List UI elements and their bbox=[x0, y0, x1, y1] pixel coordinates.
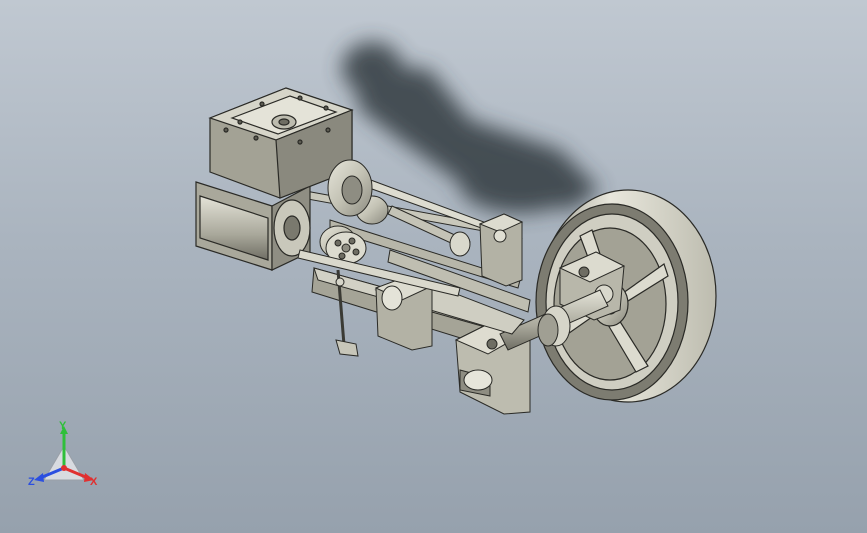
steam-engine-model[interactable] bbox=[0, 0, 867, 533]
triad-axes bbox=[34, 426, 94, 482]
cylinder-front-cover[interactable] bbox=[327, 159, 373, 217]
guide-bearing-stand[interactable] bbox=[478, 213, 524, 287]
view-orientation-triad[interactable]: Y X Z bbox=[22, 418, 112, 498]
cad-graphics-viewport[interactable]: Y X Z bbox=[0, 0, 867, 533]
steam-cylinder[interactable] bbox=[195, 181, 311, 271]
y-axis-label: Y bbox=[59, 420, 67, 432]
x-axis-label: X bbox=[90, 476, 98, 488]
z-axis-label: Z bbox=[28, 476, 35, 488]
z-axis-arrow bbox=[34, 473, 44, 482]
